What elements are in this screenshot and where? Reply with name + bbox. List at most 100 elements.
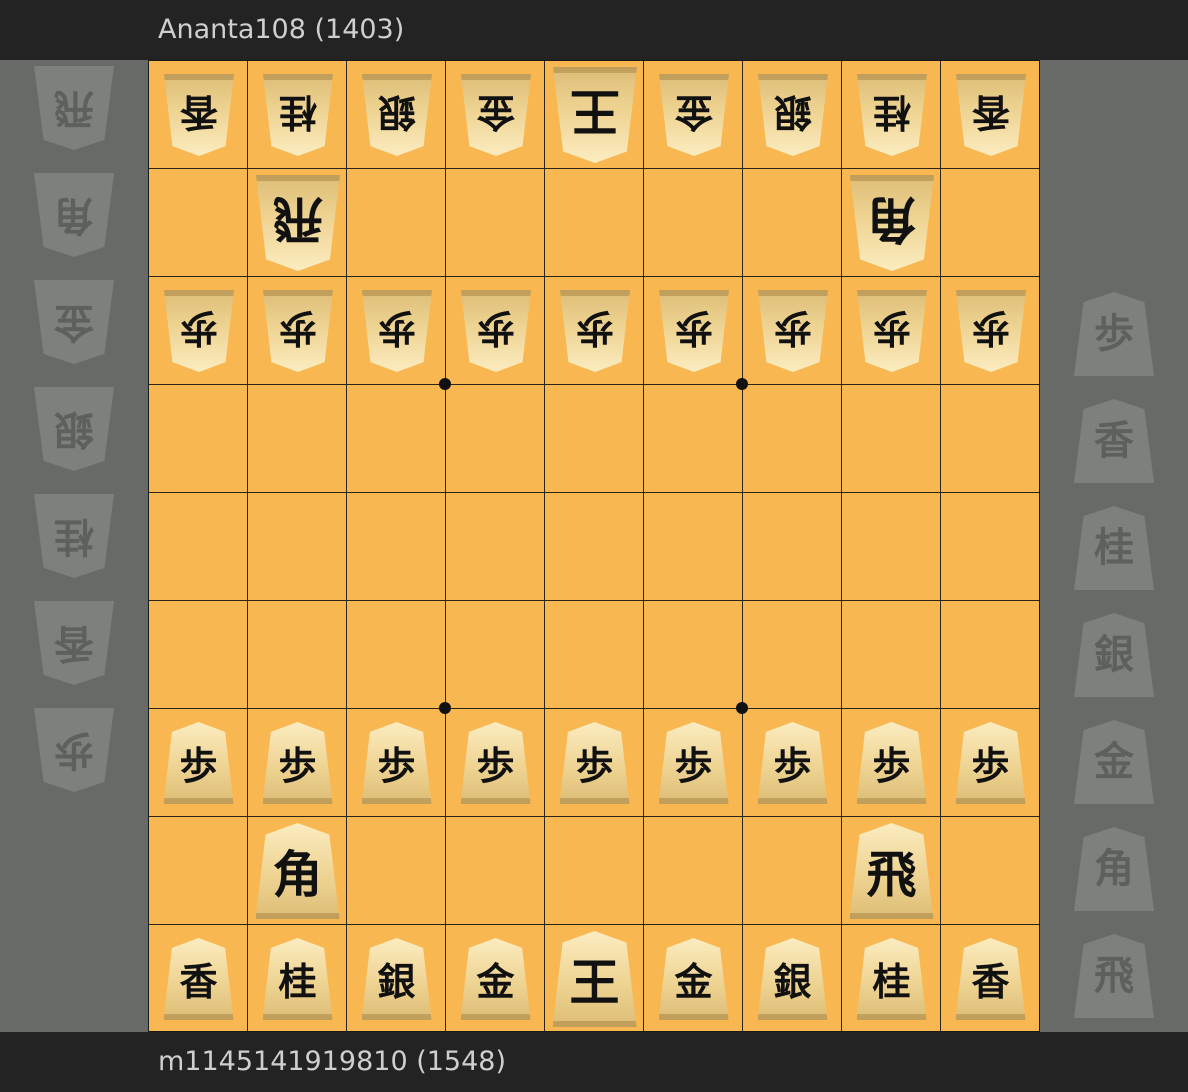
- sente-hand-piece[interactable]: 飛: [1074, 934, 1154, 1018]
- board-square[interactable]: [347, 601, 446, 709]
- sente-hand-piece[interactable]: 桂: [1074, 506, 1154, 590]
- sente-hand-piece[interactable]: 銀: [1074, 613, 1154, 697]
- sente-piece[interactable]: 歩: [658, 722, 729, 804]
- board-square[interactable]: [545, 601, 644, 709]
- sente-hand-piece[interactable]: 金: [1074, 720, 1154, 804]
- gote-hand-piece[interactable]: 桂: [34, 494, 114, 578]
- board-square[interactable]: [941, 601, 1039, 709]
- board-square[interactable]: [743, 385, 842, 493]
- board-square[interactable]: [347, 169, 446, 277]
- board-square[interactable]: [743, 601, 842, 709]
- sente-piece[interactable]: 歩: [955, 722, 1026, 804]
- sente-piece[interactable]: 金: [460, 938, 531, 1020]
- sente-piece[interactable]: 角: [255, 823, 340, 919]
- board-square[interactable]: [842, 601, 941, 709]
- bottom-player-bar: m1145141919810 (1548): [0, 1032, 1188, 1092]
- board-square[interactable]: [743, 817, 842, 925]
- board-square[interactable]: [347, 817, 446, 925]
- board-square[interactable]: [644, 817, 743, 925]
- gote-piece[interactable]: 歩: [362, 290, 432, 372]
- piece-label: 桂: [872, 959, 911, 1004]
- gote-piece[interactable]: 桂: [857, 74, 927, 156]
- gote-hand-piece[interactable]: 銀: [34, 387, 114, 471]
- board-square[interactable]: [149, 493, 248, 601]
- board-square[interactable]: [545, 493, 644, 601]
- gote-piece[interactable]: 歩: [164, 290, 234, 372]
- board-square[interactable]: [347, 385, 446, 493]
- board-square[interactable]: [545, 817, 644, 925]
- board-square[interactable]: [446, 385, 545, 493]
- board-square[interactable]: [149, 817, 248, 925]
- board-square[interactable]: [644, 385, 743, 493]
- board-square[interactable]: [644, 601, 743, 709]
- sente-piece[interactable]: 香: [955, 938, 1026, 1020]
- sente-piece[interactable]: 桂: [856, 938, 927, 1020]
- gote-piece[interactable]: 角: [850, 175, 934, 271]
- gote-piece[interactable]: 銀: [758, 74, 828, 156]
- gote-piece[interactable]: 桂: [263, 74, 333, 156]
- gote-piece[interactable]: 香: [956, 74, 1026, 156]
- gote-piece[interactable]: 香: [164, 74, 234, 156]
- board-square[interactable]: [446, 601, 545, 709]
- board-square[interactable]: [842, 493, 941, 601]
- sente-piece[interactable]: 王: [552, 931, 637, 1027]
- board-square[interactable]: [248, 601, 347, 709]
- board-square[interactable]: [149, 385, 248, 493]
- gote-hand-piece[interactable]: 金: [34, 280, 114, 364]
- gote-hand-piece[interactable]: 角: [34, 173, 114, 257]
- gote-piece[interactable]: 金: [659, 74, 729, 156]
- gote-piece[interactable]: 金: [461, 74, 531, 156]
- gote-piece[interactable]: 歩: [659, 290, 729, 372]
- board-square[interactable]: [842, 385, 941, 493]
- gote-piece[interactable]: 歩: [758, 290, 828, 372]
- sente-piece[interactable]: 銀: [361, 938, 432, 1020]
- sente-piece[interactable]: 歩: [163, 722, 234, 804]
- shogi-board[interactable]: 香桂銀金王金銀桂香飛角歩歩歩歩歩歩歩歩歩歩歩歩歩歩歩歩歩歩角飛香桂銀金王金銀桂香: [148, 60, 1040, 1032]
- sente-piece[interactable]: 歩: [460, 722, 531, 804]
- sente-piece[interactable]: 歩: [856, 722, 927, 804]
- board-square[interactable]: [248, 493, 347, 601]
- gote-piece[interactable]: 歩: [263, 290, 333, 372]
- sente-piece[interactable]: 香: [163, 938, 234, 1020]
- gote-hand-piece[interactable]: 飛: [34, 66, 114, 150]
- gote-hand-piece[interactable]: 歩: [34, 708, 114, 792]
- hand-piece-label: 銀: [54, 406, 94, 453]
- board-square[interactable]: [446, 817, 545, 925]
- sente-piece[interactable]: 桂: [262, 938, 333, 1020]
- gote-piece[interactable]: 銀: [362, 74, 432, 156]
- sente-piece[interactable]: 金: [658, 938, 729, 1020]
- gote-piece[interactable]: 飛: [256, 175, 340, 271]
- board-square[interactable]: [941, 169, 1039, 277]
- gote-piece[interactable]: 歩: [560, 290, 630, 372]
- board-square[interactable]: [644, 169, 743, 277]
- sente-hand-piece[interactable]: 歩: [1074, 292, 1154, 376]
- board-square[interactable]: [149, 169, 248, 277]
- board-square[interactable]: [446, 493, 545, 601]
- board-square[interactable]: [545, 385, 644, 493]
- gote-hand-piece[interactable]: 香: [34, 601, 114, 685]
- board-square[interactable]: [941, 493, 1039, 601]
- sente-piece[interactable]: 銀: [757, 938, 828, 1020]
- sente-hand-piece[interactable]: 香: [1074, 399, 1154, 483]
- board-square[interactable]: [941, 817, 1039, 925]
- gote-piece[interactable]: 歩: [956, 290, 1026, 372]
- board-square[interactable]: [545, 169, 644, 277]
- sente-piece[interactable]: 飛: [849, 823, 934, 919]
- sente-piece[interactable]: 歩: [757, 722, 828, 804]
- board-square[interactable]: [644, 493, 743, 601]
- board-square[interactable]: [149, 601, 248, 709]
- board-square[interactable]: [941, 385, 1039, 493]
- gote-piece[interactable]: 王: [553, 67, 637, 163]
- gote-piece[interactable]: 歩: [461, 290, 531, 372]
- sente-piece[interactable]: 歩: [262, 722, 333, 804]
- board-square[interactable]: [446, 169, 545, 277]
- board-square[interactable]: [743, 169, 842, 277]
- gote-piece[interactable]: 歩: [857, 290, 927, 372]
- board-square[interactable]: [248, 385, 347, 493]
- piece-label: 金: [674, 959, 713, 1004]
- board-square[interactable]: [743, 493, 842, 601]
- sente-piece[interactable]: 歩: [559, 722, 630, 804]
- board-square[interactable]: [347, 493, 446, 601]
- sente-piece[interactable]: 歩: [361, 722, 432, 804]
- sente-hand-piece[interactable]: 角: [1074, 827, 1154, 911]
